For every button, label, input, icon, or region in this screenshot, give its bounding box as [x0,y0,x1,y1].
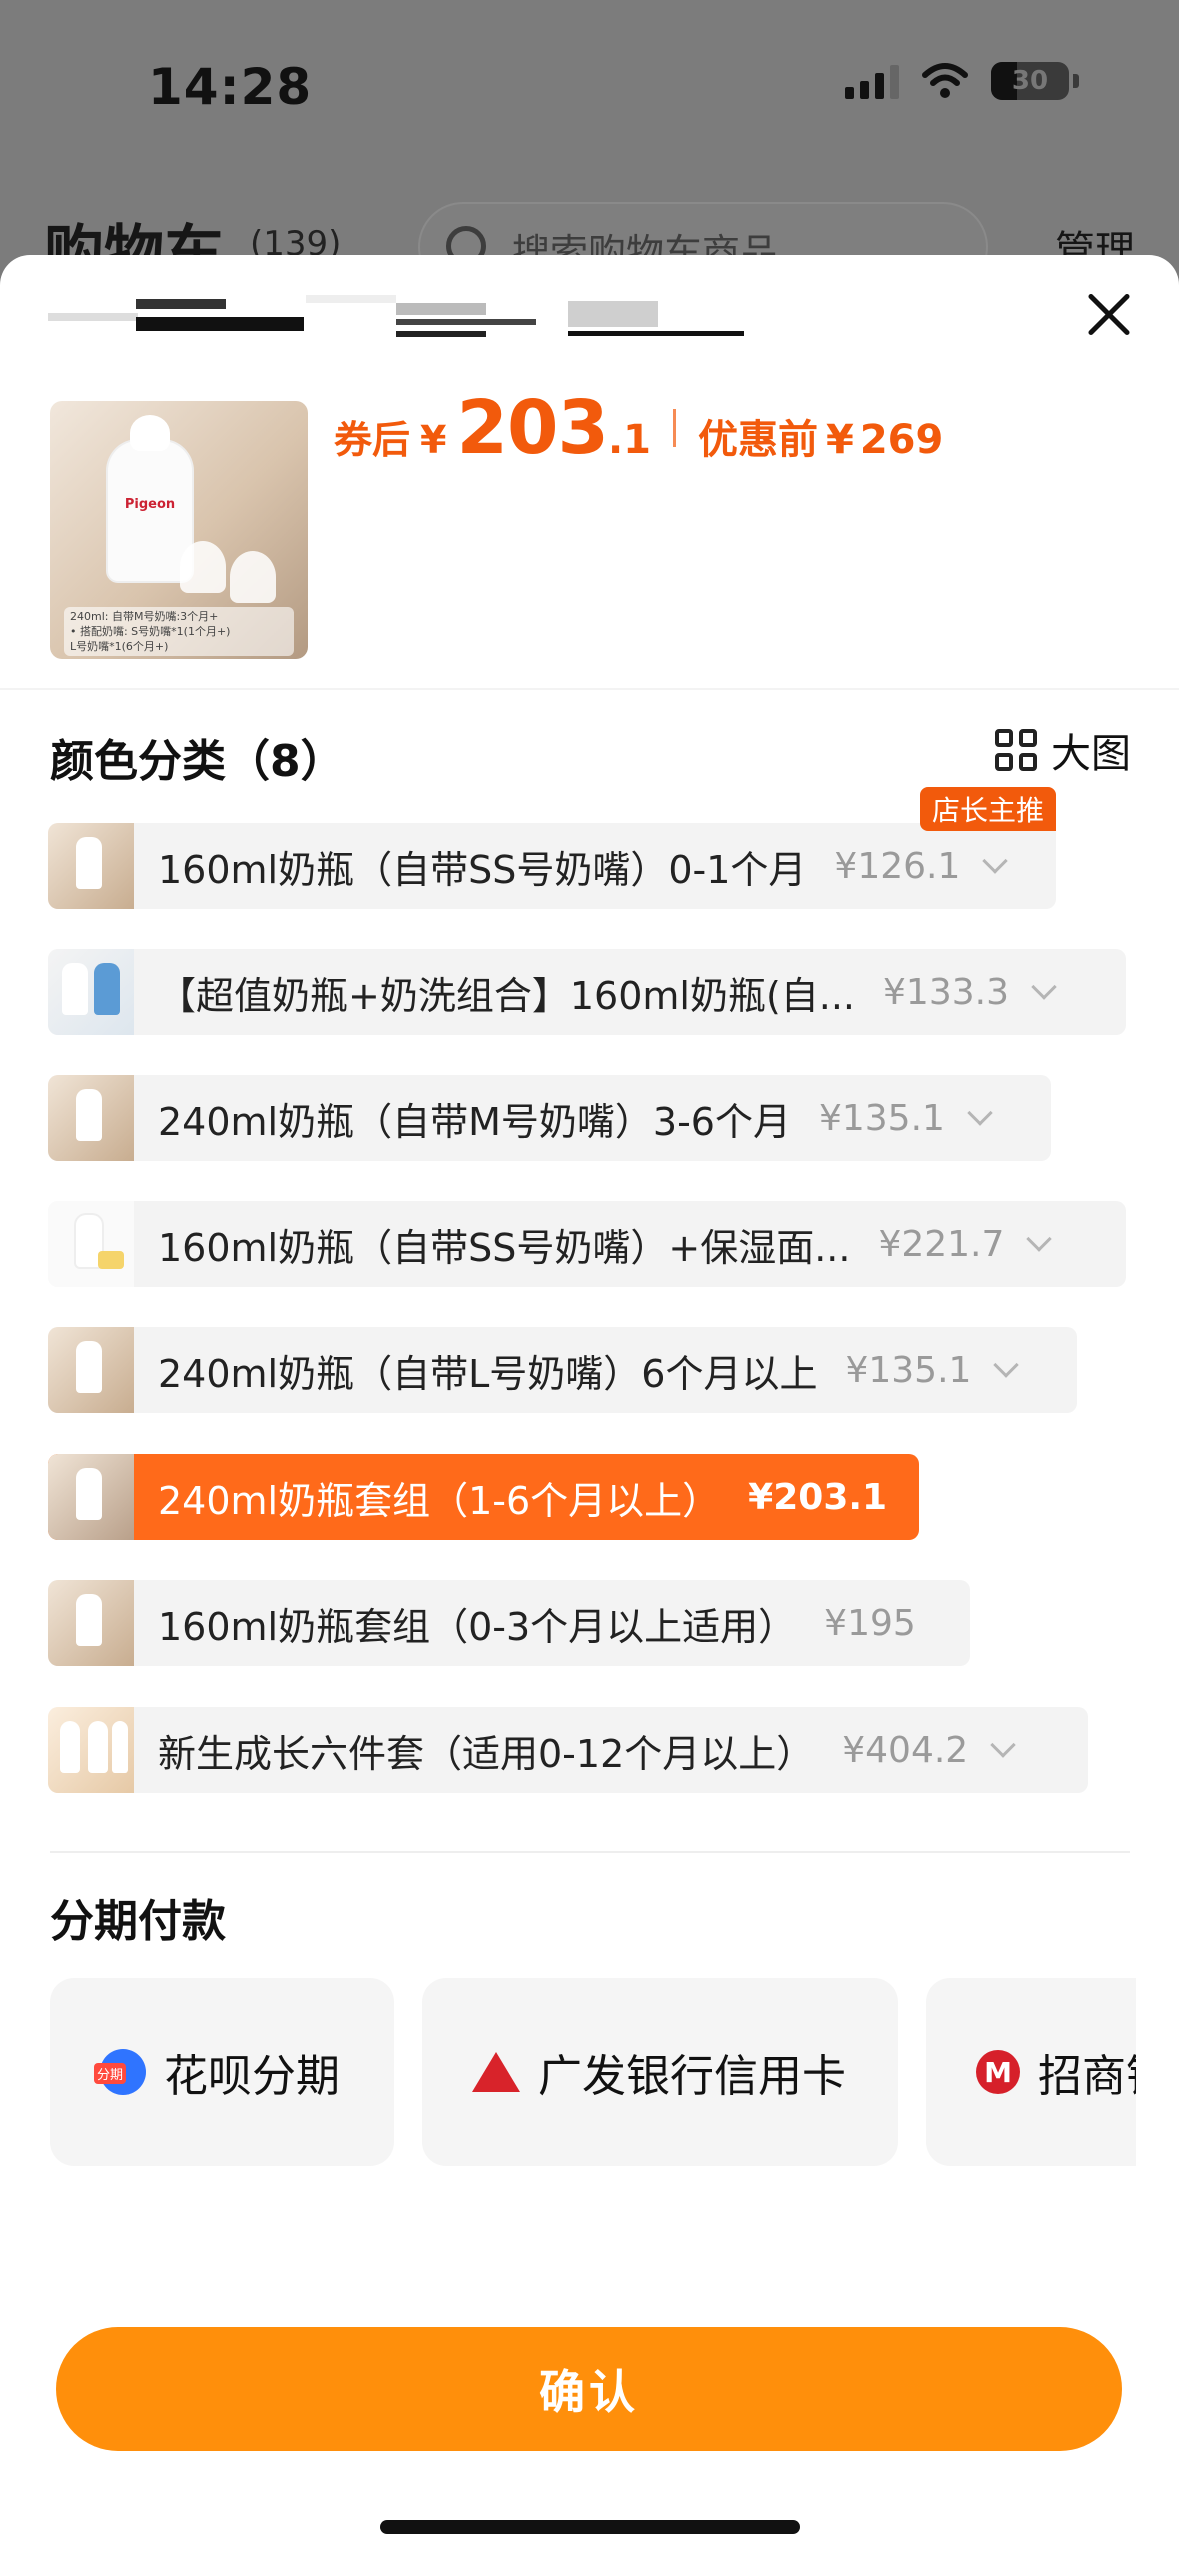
variant-option[interactable]: 店长主推 160ml奶瓶（自带SS号奶嘴）0-1个月 ¥126.1 [48,787,1056,909]
price-line: 券后 ¥ 203 .1 优惠前 ¥ 269 [334,385,943,471]
installment-cmb[interactable]: M 招商银行信用卡 [926,1978,1136,2166]
chevron-down-icon [1026,1226,1053,1252]
installment-label: 招商银行信用卡 [1038,2051,1136,2102]
variant-price: ¥135.1 [845,1349,972,1391]
home-indicator [380,2520,800,2534]
coupon-price-label: 券后 [334,418,411,462]
variant-option[interactable]: 新生成长六件套（适用0-12个月以上） ¥404.2 [48,1707,1088,1793]
divider [0,688,1179,690]
price-separator [672,409,676,447]
sku-selection-sheet: Pigeon 240ml: 自带M号奶嘴:3个月+ • 搭配奶嘴: S号奶嘴*1… [0,255,1179,2556]
variant-thumbnail [48,1454,134,1540]
image-caption: 240ml: 自带M号奶嘴:3个月+ • 搭配奶嘴: S号奶嘴*1(1个月+) … [64,607,294,656]
variant-price: ¥126.1 [834,845,961,887]
variant-option[interactable]: 【超值奶瓶+奶洗组合】160ml奶瓶(自... ¥133.3 [48,949,1126,1035]
grid-view-icon [995,729,1037,771]
chevron-down-icon [1031,974,1057,1000]
variant-price: ¥135.1 [818,1097,945,1139]
installment-label: 广发银行信用卡 [538,2051,846,2102]
variant-thumbnail [48,1075,134,1161]
variant-thumbnail [48,949,134,1035]
variant-option[interactable]: 240ml奶瓶（自带M号奶嘴）3-6个月 ¥135.1 [48,1075,1051,1161]
variant-label: 160ml奶瓶（自带SS号奶嘴）0-1个月 [158,847,807,892]
huabei-icon: 分期 [94,2049,146,2095]
battery-level: 30 [1011,66,1049,96]
big-image-label: 大图 [1051,731,1131,777]
chevron-down-icon [990,1732,1016,1758]
installment-options: 分期 花呗分期 广发银行信用卡 M 招商银行信用卡 [50,1978,1136,2168]
variant-option[interactable]: 240ml奶瓶（自带L号奶嘴）6个月以上 ¥135.1 [48,1327,1077,1413]
cgb-bank-icon [472,2052,520,2092]
variant-thumbnail [48,1201,134,1287]
variant-label: 240ml奶瓶套组（1-6个月以上） [158,1478,721,1523]
chevron-down-icon [993,1352,1020,1378]
installment-cgb[interactable]: 广发银行信用卡 [422,1978,898,2166]
variant-price: ¥404.2 [842,1729,969,1771]
product-image[interactable]: Pigeon 240ml: 自带M号奶嘴:3个月+ • 搭配奶嘴: S号奶嘴*1… [50,401,308,659]
battery-tip [1073,74,1079,88]
currency-symbol: ¥ [420,418,447,462]
variant-price: ¥195 [824,1602,916,1644]
confirm-button[interactable]: 确认 [56,2327,1122,2451]
wifi-icon [922,63,968,98]
orig-currency: ¥ [825,417,854,463]
orig-price: 269 [859,417,944,463]
status-time: 14:28 [148,58,313,116]
variant-price: ¥203.1 [748,1476,888,1518]
bottle-illustration: Pigeon [108,415,192,581]
variant-label: 240ml奶瓶（自带L号奶嘴）6个月以上 [158,1351,818,1396]
coupon-price-decimal: .1 [607,417,651,463]
variant-label: 160ml奶瓶套组（0-3个月以上适用） [158,1604,797,1649]
variant-thumbnail [48,1327,134,1413]
variant-badge: 店长主推 [919,787,1056,831]
cmb-bank-icon: M [976,2050,1020,2094]
coupon-price-integer: 203 [456,385,608,471]
variant-label: 【超值奶瓶+奶洗组合】160ml奶瓶(自... [158,973,856,1018]
variant-thumbnail [48,823,134,909]
variant-option-selected[interactable]: 240ml奶瓶套组（1-6个月以上） ¥203.1 [48,1454,919,1540]
variant-price: ¥221.7 [878,1223,1005,1265]
variant-thumbnail [48,1707,134,1793]
battery-icon: 30 [991,62,1069,100]
variant-option[interactable]: 160ml奶瓶（自带SS号奶嘴）+保湿面... ¥221.7 [48,1201,1126,1287]
installment-huabei[interactable]: 分期 花呗分期 [50,1978,394,2166]
installments-title: 分期付款 [50,1896,226,1947]
variants-title: 颜色分类（8） [50,736,345,787]
cellular-signal-icon [845,63,899,99]
big-image-toggle[interactable]: 大图 [995,721,1131,779]
status-icons: 30 [845,62,1079,100]
variant-label: 160ml奶瓶（自带SS号奶嘴）+保湿面... [158,1225,851,1270]
variant-price: ¥133.3 [883,971,1009,1013]
installment-label: 花呗分期 [164,2051,340,2102]
divider [50,1851,1130,1853]
variant-thumbnail [48,1580,134,1666]
variant-label: 240ml奶瓶（自带M号奶嘴）3-6个月 [158,1099,791,1144]
variant-label: 新生成长六件套（适用0-12个月以上） [158,1731,815,1776]
close-icon[interactable] [1079,285,1139,345]
redacted-address-bar [48,295,744,339]
variant-option[interactable]: 160ml奶瓶套组（0-3个月以上适用） ¥195 [48,1580,970,1666]
chevron-down-icon [982,848,1009,874]
chevron-down-icon [967,1100,993,1126]
orig-price-label: 优惠前 [697,417,818,463]
